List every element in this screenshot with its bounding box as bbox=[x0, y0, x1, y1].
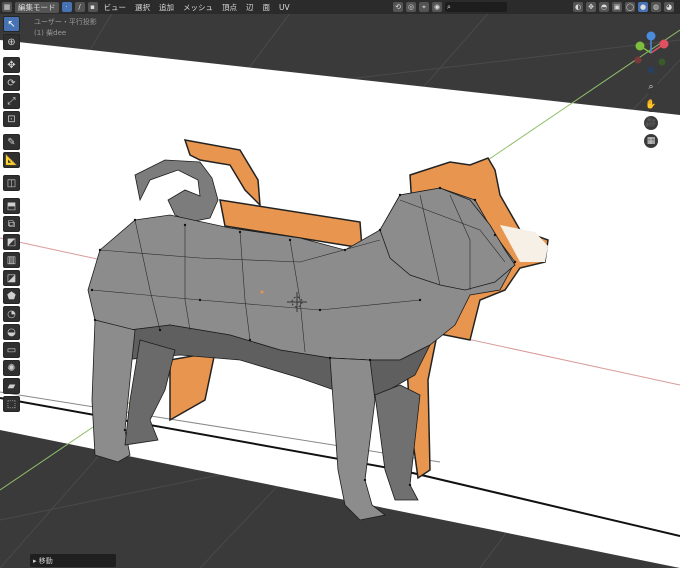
overlay-icon[interactable]: ◓ bbox=[599, 2, 609, 12]
menu-edge[interactable]: 辺 bbox=[243, 2, 257, 13]
smooth-tool[interactable]: ◒ bbox=[3, 324, 20, 340]
snap-icon[interactable]: ⌖ bbox=[419, 2, 429, 12]
select-box-tool[interactable]: ↖ bbox=[3, 16, 20, 32]
3d-viewport[interactable] bbox=[0, 0, 680, 568]
vertex-select-icon[interactable]: · bbox=[61, 2, 72, 12]
camera-icon[interactable]: 🎥 bbox=[644, 116, 658, 130]
add-cube-tool[interactable]: ◫ bbox=[3, 175, 20, 191]
shading-material-icon[interactable]: ◍ bbox=[651, 2, 661, 12]
search-field[interactable]: ⌕ bbox=[445, 2, 507, 12]
menu-vertex[interactable]: 頂点 bbox=[219, 2, 240, 13]
y-axis-icon bbox=[635, 41, 645, 51]
scale-tool[interactable]: ⤢ bbox=[3, 93, 20, 109]
xray-icon[interactable]: ▣ bbox=[612, 2, 622, 12]
gizmo-toggle-icon[interactable]: ✥ bbox=[586, 2, 596, 12]
knife-tool[interactable]: ◪ bbox=[3, 270, 20, 286]
face-select-icon[interactable]: ▪ bbox=[87, 2, 98, 12]
edge-slide-tool[interactable]: ▭ bbox=[3, 342, 20, 358]
editor-type-icon[interactable]: ▦ bbox=[2, 2, 12, 12]
last-operator-label: 移動 bbox=[38, 556, 53, 565]
tool-shelf: ↖ ⊕ ✥ ⟳ ⤢ ⊡ ✎ 📐 ◫ ⬒ ⧉ ◩ ▥ ◪ ⬟ ◔ ◒ ▭ ✺ ▰ … bbox=[3, 16, 22, 412]
annotate-tool[interactable]: ✎ bbox=[3, 134, 20, 150]
menu-view[interactable]: ビュー bbox=[101, 2, 130, 13]
viewport-header: ▦ 編集モード · / ▪ ビュー 選択 追加 メッシュ 頂点 辺 面 UV ⟲… bbox=[0, 0, 680, 14]
object-name-label: (1) 柴dee bbox=[34, 29, 67, 37]
shading-wireframe-icon[interactable]: ◯ bbox=[625, 2, 635, 12]
navigation-controls: ⌕ ✋ 🎥 ▦ bbox=[628, 30, 674, 148]
inset-tool[interactable]: ⧉ bbox=[3, 216, 20, 232]
pivot-icon[interactable]: ◎ bbox=[406, 2, 416, 12]
transform-orientation-icon[interactable]: ⟲ bbox=[393, 2, 403, 12]
move-tool[interactable]: ✥ bbox=[3, 57, 20, 73]
measure-tool[interactable]: 📐 bbox=[3, 152, 20, 168]
z-axis-icon bbox=[646, 31, 656, 41]
menu-select[interactable]: 選択 bbox=[132, 2, 153, 13]
bevel-tool[interactable]: ◩ bbox=[3, 234, 20, 250]
pan-hand-icon[interactable]: ✋ bbox=[644, 98, 658, 112]
poly-build-tool[interactable]: ⬟ bbox=[3, 288, 20, 304]
rotate-tool[interactable]: ⟳ bbox=[3, 75, 20, 91]
extrude-tool[interactable]: ⬒ bbox=[3, 198, 20, 214]
visibility-icon[interactable]: ◐ bbox=[573, 2, 583, 12]
proportional-edit-icon[interactable]: ◉ bbox=[432, 2, 442, 12]
search-icon: ⌕ bbox=[447, 2, 451, 11]
spin-tool[interactable]: ◔ bbox=[3, 306, 20, 322]
menu-face[interactable]: 面 bbox=[260, 2, 274, 13]
view-name-label: ユーザー・平行投影 bbox=[34, 18, 97, 26]
cursor-tool[interactable]: ⊕ bbox=[3, 34, 20, 50]
transform-tool[interactable]: ⊡ bbox=[3, 111, 20, 127]
scene-canvas[interactable] bbox=[0, 0, 680, 568]
shading-rendered-icon[interactable]: ◕ bbox=[664, 2, 674, 12]
shrink-fatten-tool[interactable]: ✺ bbox=[3, 360, 20, 376]
menu-add[interactable]: 追加 bbox=[156, 2, 177, 13]
shading-solid-icon[interactable]: ● bbox=[638, 2, 648, 12]
axis-gizmo[interactable] bbox=[628, 30, 674, 76]
shear-tool[interactable]: ▰ bbox=[3, 378, 20, 394]
x-axis-icon bbox=[659, 39, 669, 49]
menu-mesh[interactable]: メッシュ bbox=[180, 2, 216, 13]
menu-uv[interactable]: UV bbox=[276, 3, 293, 12]
rip-tool[interactable]: ⬚ bbox=[3, 396, 20, 412]
object-origin bbox=[260, 290, 264, 294]
ortho-grid-icon[interactable]: ▦ bbox=[644, 134, 658, 148]
mode-selector[interactable]: 編集モード bbox=[15, 1, 59, 13]
loop-cut-tool[interactable]: ▥ bbox=[3, 252, 20, 268]
zoom-icon[interactable]: ⌕ bbox=[644, 80, 658, 94]
edge-select-icon[interactable]: / bbox=[74, 2, 85, 12]
last-operator-panel[interactable]: ▸ 移動 bbox=[30, 554, 116, 567]
